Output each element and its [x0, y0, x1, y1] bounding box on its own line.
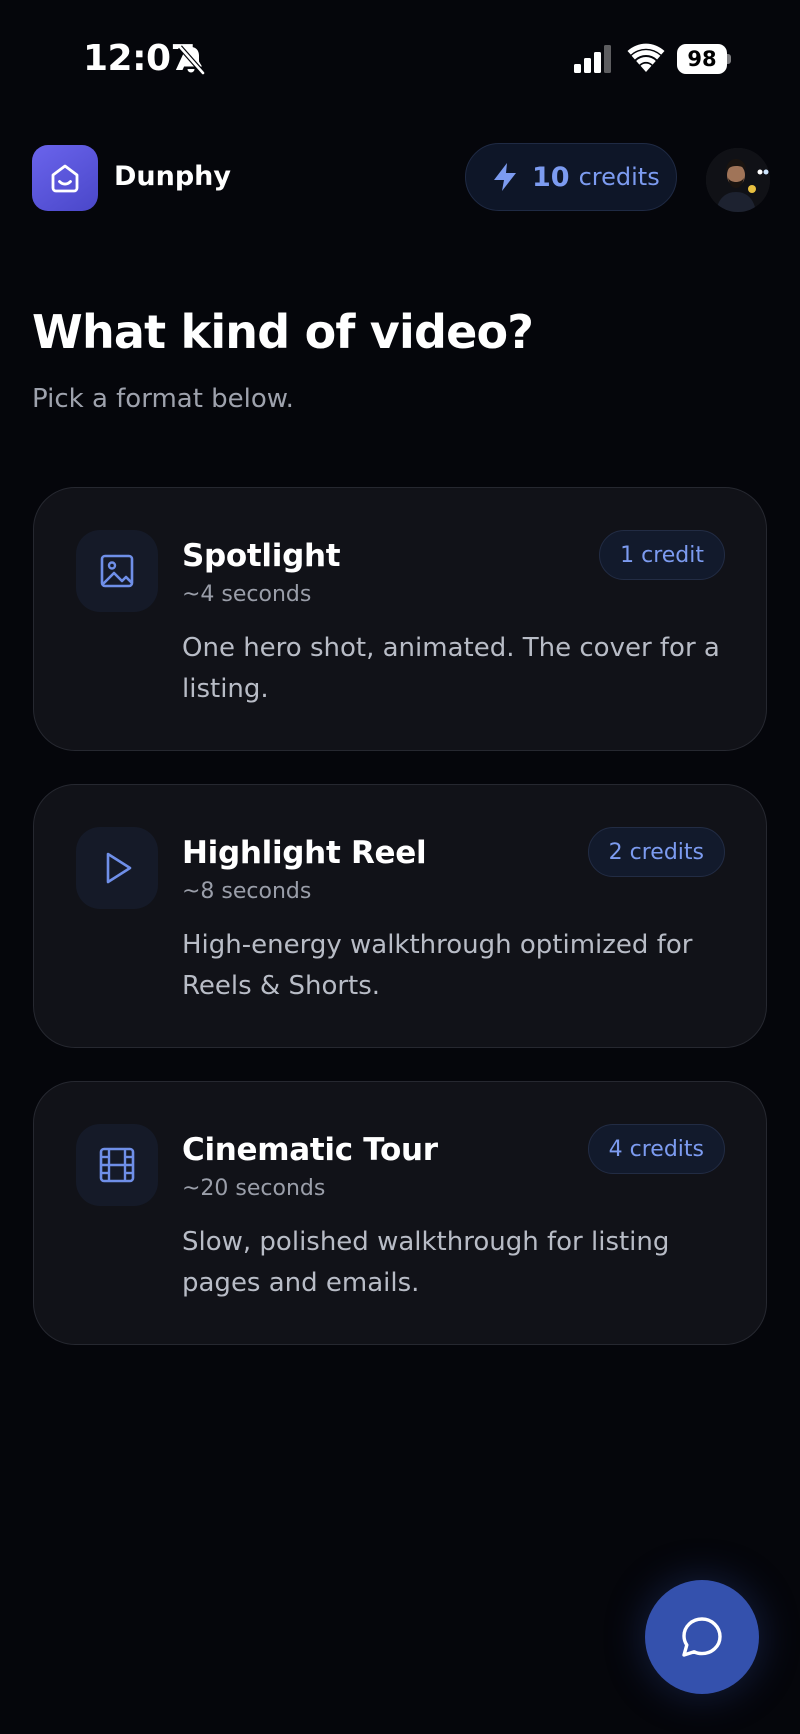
chat-button[interactable] [645, 1580, 759, 1694]
format-icon-box [76, 827, 158, 909]
app-screen: 12:07 98 Dunphy 10 credits What kind of … [0, 0, 800, 1734]
format-description: Slow, polished walkthrough for listing p… [182, 1227, 670, 1298]
image-icon [100, 554, 134, 588]
credit-cost-badge: 2 credits [587, 827, 725, 877]
brand-name: Dunphy [114, 161, 232, 192]
battery-level: 98 [677, 44, 727, 74]
page-title: What kind of video? [32, 305, 534, 359]
format-title: Spotlight [182, 538, 341, 574]
bell-off-icon [178, 45, 205, 75]
status-bar: 12:07 98 [0, 0, 800, 120]
house-smile-icon [51, 164, 79, 193]
format-card-highlight-reel[interactable]: Highlight Reel ~8 seconds High-energy wa… [33, 784, 767, 1048]
format-title: Cinematic Tour [182, 1132, 438, 1168]
battery-indicator: 98 [677, 44, 731, 74]
credit-cost-badge: 4 credits [587, 1124, 725, 1174]
user-photo-icon [706, 148, 770, 212]
format-title: Highlight Reel [182, 835, 427, 871]
battery-cap [727, 54, 731, 64]
wifi-icon [627, 43, 665, 72]
format-icon-box [76, 530, 158, 612]
chat-bubble-icon [682, 1617, 722, 1657]
play-icon [106, 852, 132, 884]
app-logo[interactable] [32, 145, 98, 211]
format-duration: ~8 seconds [182, 879, 312, 904]
lightning-icon [494, 163, 516, 191]
page-subtitle: Pick a format below. [32, 384, 294, 414]
credits-label: credits [578, 163, 660, 191]
format-card-spotlight[interactable]: Spotlight ~4 seconds One hero shot, anim… [33, 487, 767, 751]
format-duration: ~4 seconds [182, 582, 312, 607]
format-icon-box [76, 1124, 158, 1206]
film-icon [99, 1147, 135, 1183]
avatar[interactable] [706, 148, 770, 212]
credits-count: 10 [532, 161, 570, 193]
format-description: High-energy walkthrough optimized for Re… [182, 930, 693, 1001]
credits-balance-button[interactable]: 10 credits [465, 143, 677, 211]
cellular-signal-icon [574, 45, 611, 73]
format-description: One hero shot, animated. The cover for a… [182, 633, 720, 704]
format-card-cinematic-tour[interactable]: Cinematic Tour ~20 seconds Slow, polishe… [33, 1081, 767, 1345]
format-duration: ~20 seconds [182, 1176, 326, 1201]
credit-cost-badge: 1 credit [599, 530, 725, 580]
